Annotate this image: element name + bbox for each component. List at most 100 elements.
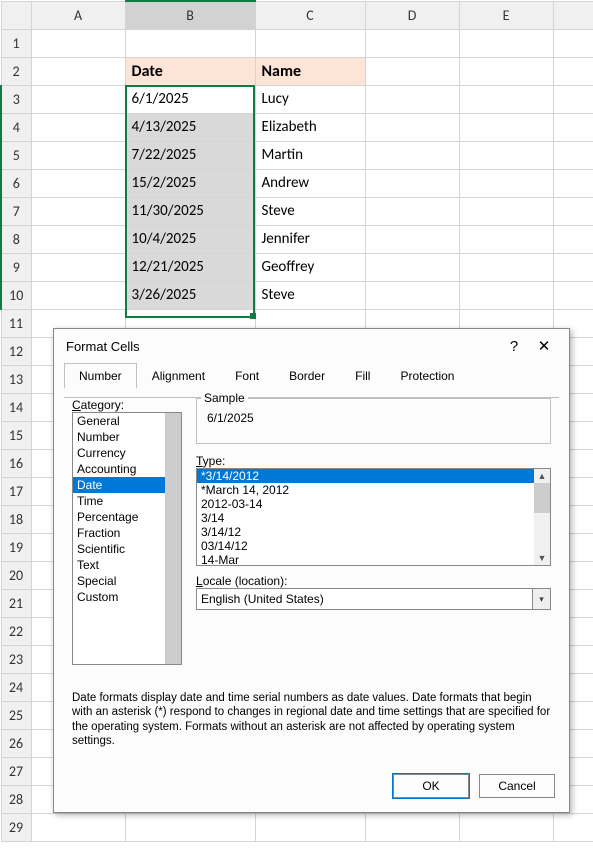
- column-header[interactable]: D: [365, 1, 459, 29]
- cell[interactable]: [459, 113, 553, 141]
- cell[interactable]: [459, 197, 553, 225]
- cell[interactable]: [255, 813, 365, 841]
- ok-button[interactable]: OK: [393, 774, 469, 798]
- row-header[interactable]: 24: [1, 673, 31, 701]
- cell[interactable]: [459, 813, 553, 841]
- cell[interactable]: [553, 281, 593, 309]
- cell[interactable]: Jennifer: [255, 225, 365, 253]
- row-header[interactable]: 10: [1, 281, 31, 309]
- cell[interactable]: [125, 29, 255, 57]
- row-header[interactable]: 12: [1, 337, 31, 365]
- cell[interactable]: [365, 85, 459, 113]
- row-header[interactable]: 20: [1, 561, 31, 589]
- cell[interactable]: [459, 141, 553, 169]
- row-header[interactable]: 15: [1, 421, 31, 449]
- cell[interactable]: [553, 57, 593, 85]
- cell[interactable]: [365, 281, 459, 309]
- scroll-up-icon[interactable]: ▲: [534, 469, 550, 483]
- cell[interactable]: [255, 29, 365, 57]
- row-header[interactable]: 9: [1, 253, 31, 281]
- cell[interactable]: [365, 29, 459, 57]
- row-header[interactable]: 6: [1, 169, 31, 197]
- category-listbox[interactable]: GeneralNumberCurrencyAccountingDateTimeP…: [72, 412, 182, 665]
- cell[interactable]: Steve: [255, 281, 365, 309]
- cell[interactable]: [553, 85, 593, 113]
- type-listbox[interactable]: *3/14/2012*March 14, 20122012-03-143/143…: [196, 468, 551, 566]
- type-item[interactable]: 3/14: [197, 511, 550, 525]
- cell[interactable]: 7/22/2025: [125, 141, 255, 169]
- chevron-down-icon[interactable]: ▾: [532, 589, 550, 609]
- tab-number[interactable]: Number: [64, 363, 137, 388]
- column-header[interactable]: A: [31, 1, 125, 29]
- select-all-corner[interactable]: [1, 1, 31, 29]
- type-item[interactable]: 03/14/12: [197, 539, 550, 553]
- type-item[interactable]: 2012-03-14: [197, 497, 550, 511]
- cell[interactable]: 10/4/2025: [125, 225, 255, 253]
- close-button[interactable]: ✕: [529, 337, 559, 355]
- row-header[interactable]: 25: [1, 701, 31, 729]
- row-header[interactable]: 5: [1, 141, 31, 169]
- help-button[interactable]: ?: [499, 338, 529, 355]
- cell[interactable]: [553, 169, 593, 197]
- cell[interactable]: 3/26/2025: [125, 281, 255, 309]
- cell[interactable]: [365, 57, 459, 85]
- cell[interactable]: Andrew: [255, 169, 365, 197]
- row-header[interactable]: 23: [1, 645, 31, 673]
- cell[interactable]: 6/1/2025: [125, 85, 255, 113]
- row-header[interactable]: 18: [1, 505, 31, 533]
- cell[interactable]: Name: [255, 57, 365, 85]
- cell[interactable]: [31, 169, 125, 197]
- cell[interactable]: Date: [125, 57, 255, 85]
- cell[interactable]: [459, 57, 553, 85]
- type-item[interactable]: *3/14/2012: [197, 469, 550, 483]
- cell[interactable]: Elizabeth: [255, 113, 365, 141]
- row-header[interactable]: 19: [1, 533, 31, 561]
- cell[interactable]: [553, 113, 593, 141]
- row-header[interactable]: 7: [1, 197, 31, 225]
- cell[interactable]: [365, 141, 459, 169]
- cell[interactable]: [553, 253, 593, 281]
- cell[interactable]: [31, 253, 125, 281]
- row-header[interactable]: 1: [1, 29, 31, 57]
- cell[interactable]: Martin: [255, 141, 365, 169]
- row-header[interactable]: 17: [1, 477, 31, 505]
- row-header[interactable]: 27: [1, 757, 31, 785]
- row-header[interactable]: 8: [1, 225, 31, 253]
- cell[interactable]: Lucy: [255, 85, 365, 113]
- cell[interactable]: [31, 29, 125, 57]
- column-header[interactable]: C: [255, 1, 365, 29]
- cell[interactable]: [459, 29, 553, 57]
- cell[interactable]: [459, 225, 553, 253]
- cell[interactable]: Geoffrey: [255, 253, 365, 281]
- cell[interactable]: Steve: [255, 197, 365, 225]
- cell[interactable]: [365, 169, 459, 197]
- scroll-down-icon[interactable]: ▼: [534, 551, 550, 565]
- row-header[interactable]: 11: [1, 309, 31, 337]
- tab-fill[interactable]: Fill: [340, 363, 385, 388]
- tab-border[interactable]: Border: [274, 363, 340, 388]
- cell[interactable]: [31, 813, 125, 841]
- cell[interactable]: [31, 197, 125, 225]
- row-header[interactable]: 29: [1, 813, 31, 841]
- cell[interactable]: [31, 85, 125, 113]
- type-item[interactable]: 3/14/12: [197, 525, 550, 539]
- cell[interactable]: [459, 85, 553, 113]
- cell[interactable]: [553, 29, 593, 57]
- column-header[interactable]: B: [125, 1, 255, 29]
- cell[interactable]: [365, 197, 459, 225]
- cell[interactable]: 12/21/2025: [125, 253, 255, 281]
- cell[interactable]: [365, 113, 459, 141]
- cell[interactable]: [365, 253, 459, 281]
- cell[interactable]: [125, 813, 255, 841]
- row-header[interactable]: 28: [1, 785, 31, 813]
- cell[interactable]: [459, 253, 553, 281]
- cell[interactable]: [553, 141, 593, 169]
- row-header[interactable]: 16: [1, 449, 31, 477]
- cell[interactable]: [31, 141, 125, 169]
- cell[interactable]: 11/30/2025: [125, 197, 255, 225]
- row-header[interactable]: 3: [1, 85, 31, 113]
- row-header[interactable]: 22: [1, 617, 31, 645]
- column-header[interactable]: E: [459, 1, 553, 29]
- type-item[interactable]: *March 14, 2012: [197, 483, 550, 497]
- cell[interactable]: [459, 281, 553, 309]
